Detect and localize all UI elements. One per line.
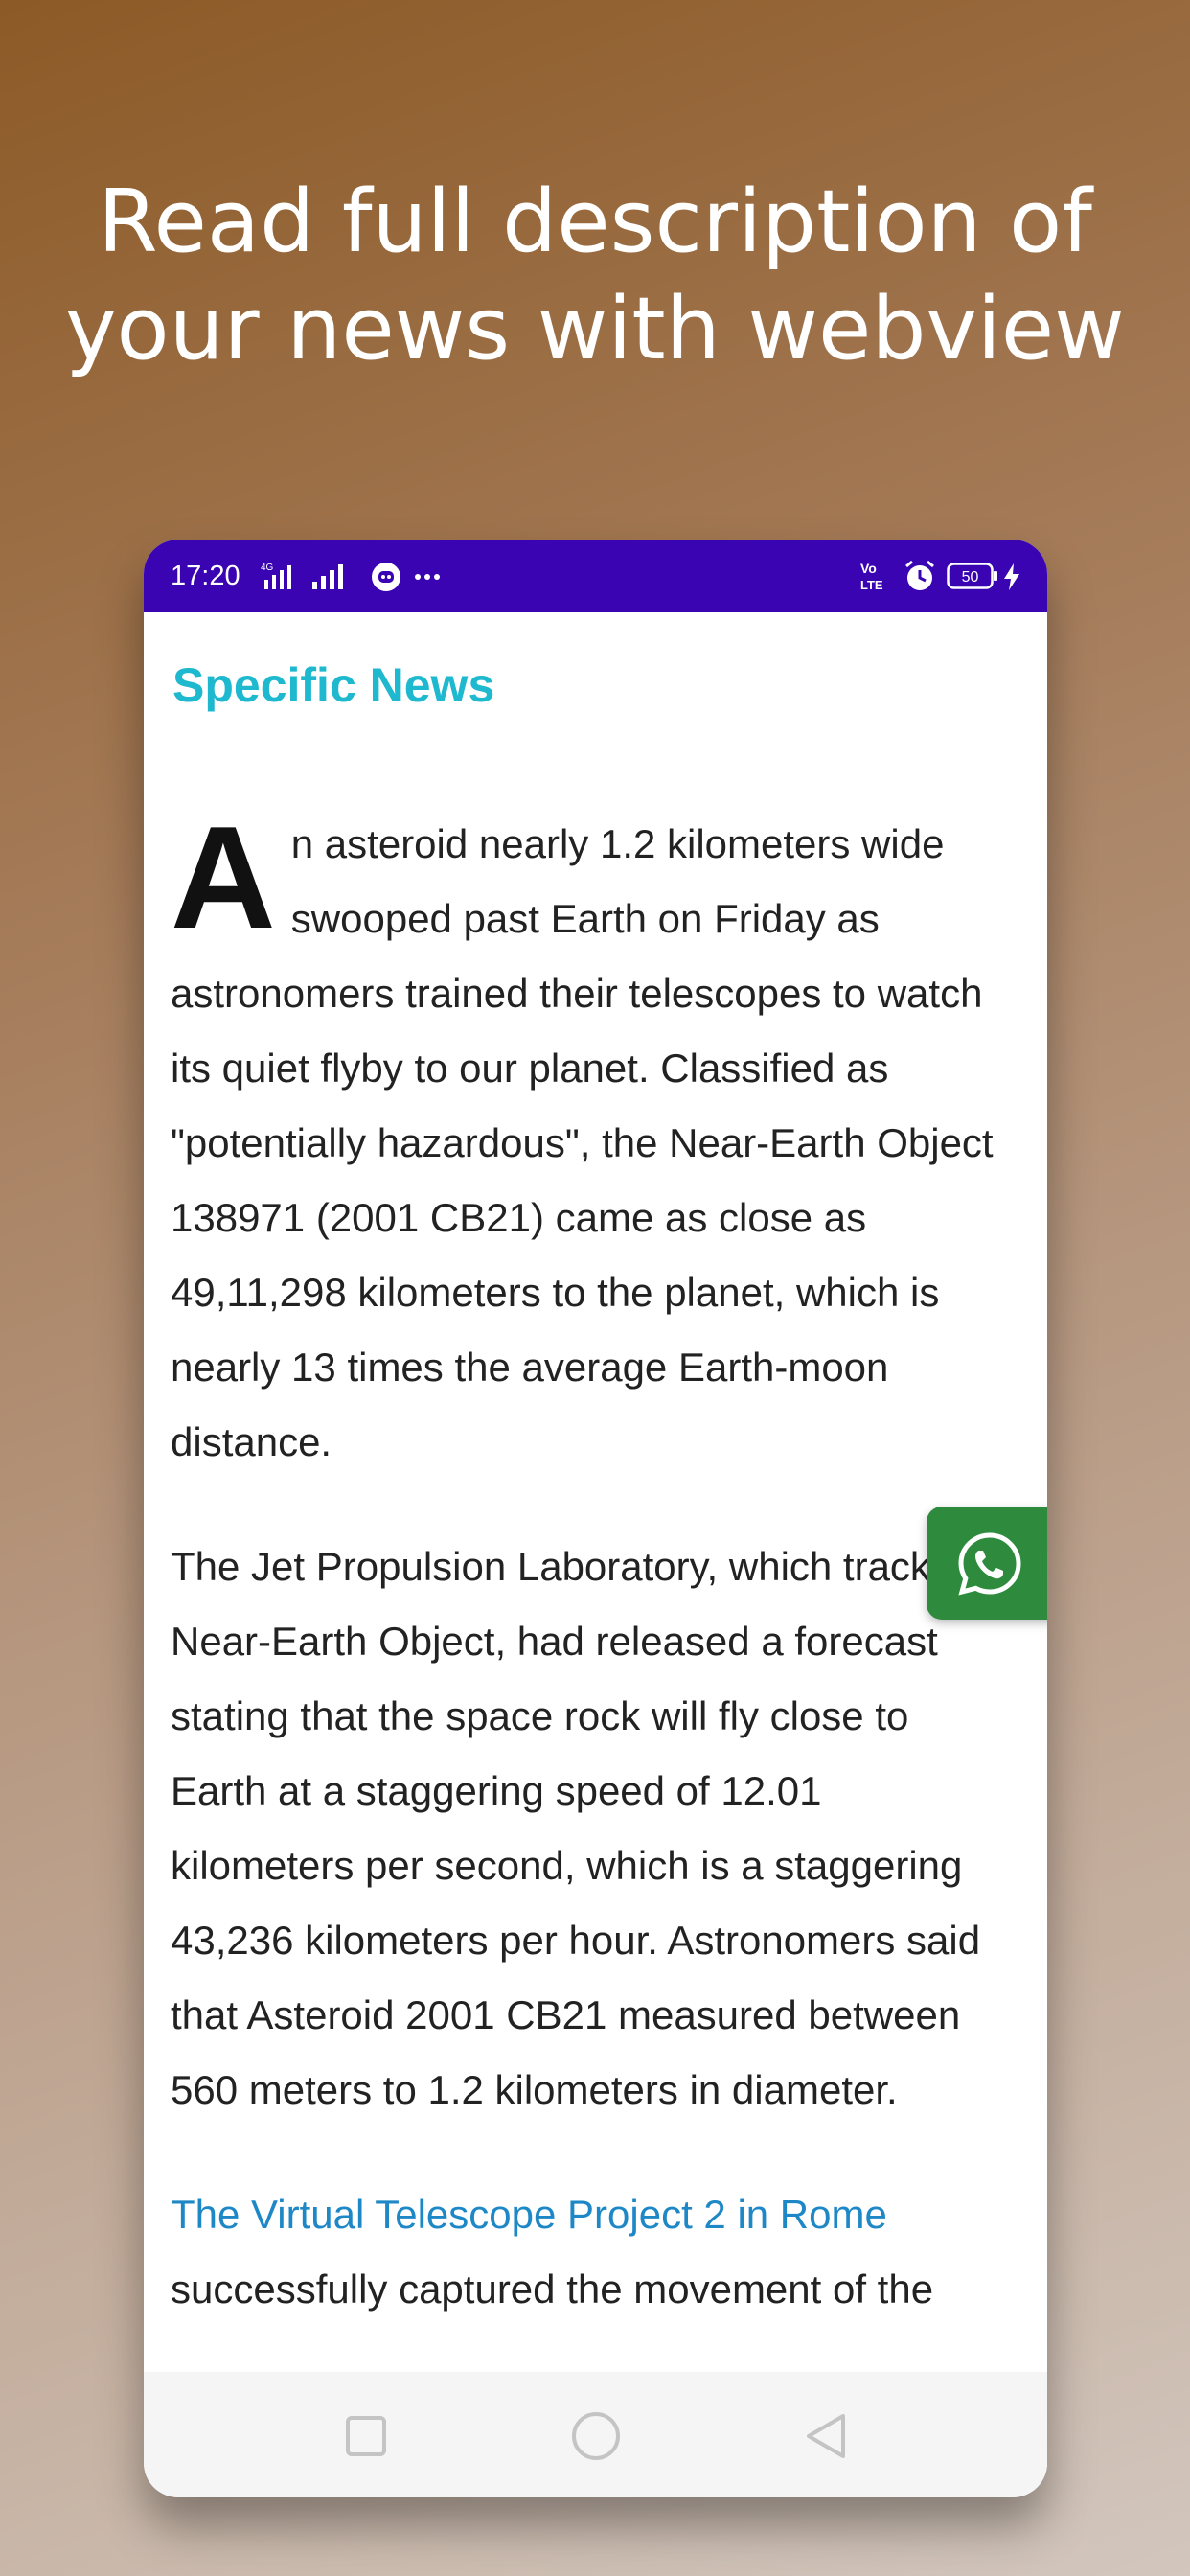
article-paragraph-text: successfully captured the movement of th…: [171, 2266, 934, 2312]
more-dots-icon: [415, 574, 440, 580]
page-title: Specific News: [172, 658, 495, 712]
article-body: An asteroid nearly 1.2 kilometers wide s…: [171, 796, 1014, 2372]
battery-level: 50: [962, 569, 979, 586]
network-type-label: 4G: [261, 563, 274, 573]
signal-icon: [312, 564, 343, 589]
article-paragraph: The Virtual Telescope Project 2 in Rome …: [171, 2177, 1014, 2327]
whatsapp-icon: [958, 1532, 1021, 1596]
alarm-icon: [905, 560, 934, 590]
virtual-telescope-link[interactable]: The Virtual Telescope Project 2 in Rome: [171, 2192, 887, 2237]
phone-screen: 17:20 4G Vo LTE 50 Specific News A n ast…: [144, 540, 1047, 2497]
promo-headline-line2: your news with webview: [65, 279, 1125, 380]
battery-icon: 50: [947, 563, 997, 589]
charging-icon: [1004, 564, 1019, 590]
svg-text:LTE: LTE: [860, 578, 883, 592]
promo-headline: Read full description of your news with …: [0, 169, 1190, 383]
whatsapp-share-button[interactable]: [927, 1506, 1047, 1620]
webview-content[interactable]: Specific News An asteroid nearly 1.2 kil…: [144, 612, 1047, 2372]
article-paragraph: An asteroid nearly 1.2 kilometers wide s…: [171, 796, 1014, 1480]
promo-headline-line1: Read full description of: [98, 172, 1092, 272]
status-time: 17:20: [171, 561, 240, 591]
android-nav-bar: [144, 2372, 1047, 2497]
signal-icon: 4G: [261, 563, 291, 589]
svg-text:Vo: Vo: [860, 561, 877, 576]
circle-home-icon[interactable]: [558, 2403, 634, 2470]
discord-icon: [372, 563, 400, 591]
status-bar: 17:20 4G Vo LTE 50: [144, 540, 1047, 612]
article-paragraph: The Jet Propulsion Laboratory, which tra…: [171, 1544, 981, 2112]
volte-icon: Vo LTE: [860, 561, 883, 592]
square-recents-icon[interactable]: [328, 2403, 404, 2470]
triangle-back-icon[interactable]: [788, 2403, 864, 2470]
drop-cap: A: [171, 796, 276, 959]
article-paragraph-text: n asteroid nearly 1.2 kilometers wide sw…: [171, 821, 994, 1464]
